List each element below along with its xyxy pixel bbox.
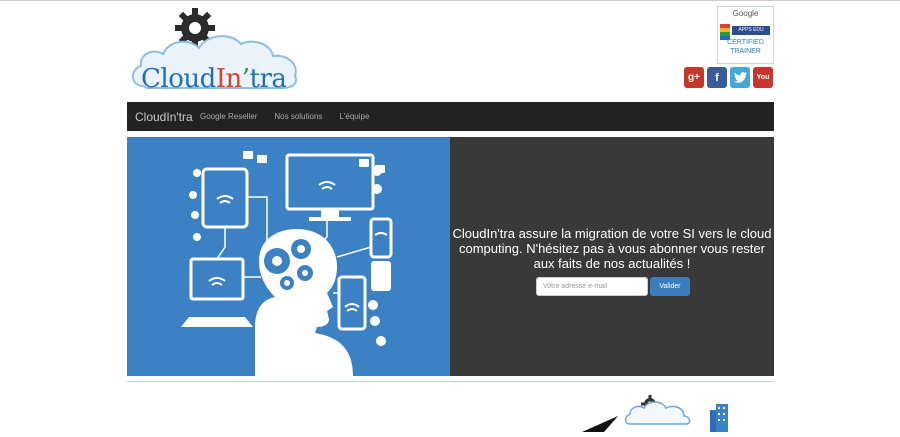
hero-message: CloudIn'tra assure la migration de votre… (452, 226, 772, 271)
hero-illustration (127, 137, 450, 376)
google-certified-trainer-badge[interactable]: Google APPS EDU CERTIFIED TRAINER (717, 6, 774, 64)
twitter-icon[interactable] (730, 67, 750, 88)
site-logo[interactable]: CloudIn’tra (127, 6, 303, 94)
section-divider (127, 381, 774, 382)
facebook-icon[interactable]: f (707, 67, 727, 88)
badge-trainer-text: TRAINER (730, 48, 761, 55)
newsletter-panel: CloudIn'tra assure la migration de votre… (450, 137, 774, 376)
logo-text-in: In (215, 64, 243, 94)
badge-certified-label: CERTIFIED TRAINER (718, 38, 773, 56)
navbar-brand[interactable]: CloudIn'tra (127, 110, 200, 124)
email-input[interactable] (536, 277, 648, 296)
logo-text-apostrophe: ’ (241, 64, 250, 94)
google-plus-icon[interactable]: g+ (684, 67, 704, 88)
nav-item-nos-solutions[interactable]: Nos solutions (274, 112, 322, 121)
logo-text-tra: tra (249, 64, 287, 94)
logo-text: CloudIn’tra (141, 64, 287, 94)
youtube-icon[interactable]: You (753, 67, 773, 88)
nav-item-equipe[interactable]: L'équipe (339, 112, 369, 121)
main-navbar: CloudIn'tra Google Reseller Nos solution… (127, 102, 774, 131)
social-links: g+ f You (684, 67, 773, 88)
connected-devices-illustration (181, 151, 393, 376)
hero-banner: CloudIn'tra assure la migration de votre… (127, 137, 774, 376)
cloud-rocket-icon (582, 395, 728, 432)
validate-button[interactable]: Valider (650, 277, 690, 296)
nav-item-google-reseller[interactable]: Google Reseller (200, 112, 257, 121)
badge-apps-label: APPS EDU (732, 26, 770, 35)
badge-google-label: Google (732, 9, 759, 18)
page-container: CloudIn’tra Google APPS EDU CERTIFIED TR… (127, 0, 774, 432)
twitter-bird-icon (733, 72, 747, 83)
badge-certified-text: CERTIFIED (727, 39, 764, 46)
logo-text-cloud: Cloud (141, 64, 216, 94)
cloud-buildings-illustration (582, 392, 732, 432)
